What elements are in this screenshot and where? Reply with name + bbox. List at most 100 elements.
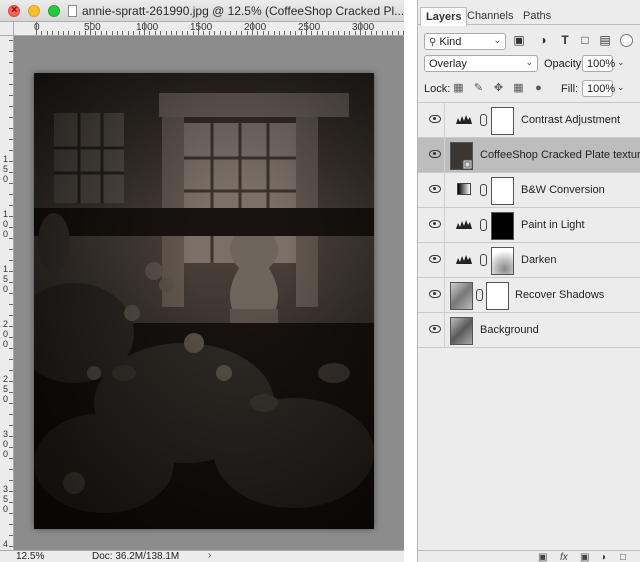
layer-name[interactable]: Contrast Adjustment <box>521 114 620 126</box>
ruler-tick <box>187 31 189 35</box>
tab-layers[interactable]: Layers <box>420 7 468 26</box>
ruler-tick <box>273 31 275 35</box>
ruler-tick <box>9 458 13 459</box>
visibility-eye-icon[interactable] <box>429 150 441 158</box>
title-bar[interactable]: annie-spratt-261990.jpg @ 12.5% (CoffeeS… <box>0 0 404 22</box>
layer-mask-thumbnail[interactable] <box>486 282 509 310</box>
fill-input[interactable]: 100% <box>582 80 615 97</box>
layers-list: Contrast Adjustment CoffeeShop Cracked P… <box>418 102 640 348</box>
minimize-window-button[interactable] <box>28 5 40 17</box>
layer-row[interactable]: B&W Conversion <box>418 173 640 208</box>
visibility-eye-icon[interactable] <box>429 115 441 123</box>
ruler-tick <box>343 31 345 35</box>
ruler-tick <box>214 31 216 35</box>
filter-toggle-icon[interactable] <box>620 34 633 47</box>
layer-mask-thumbnail[interactable] <box>491 212 514 240</box>
tab-paths[interactable]: Paths <box>518 7 556 25</box>
document-size-info[interactable]: Doc: 36.2M/138.1M <box>92 551 179 562</box>
lock-transparent-pixels-icon[interactable]: ▦ <box>452 82 465 95</box>
ruler-tick <box>9 271 13 272</box>
layer-filter-kind-select[interactable]: ⚲ Kind ⌄ <box>424 33 506 50</box>
ruler-tick <box>295 31 297 35</box>
horizontal-ruler[interactable]: 0 500 1000 1500 2000 2500 3000 <box>14 22 404 36</box>
curves-adjustment-icon <box>456 220 472 229</box>
ruler-label: 2 <box>3 319 9 329</box>
ruler-tick <box>68 31 70 35</box>
add-mask-icon[interactable]: ▣ <box>580 552 589 562</box>
ruler-tick <box>198 22 199 35</box>
layer-row[interactable]: Paint in Light <box>418 208 640 243</box>
link-chain-icon[interactable] <box>480 184 487 196</box>
ruler-label: 5 <box>3 494 9 504</box>
lock-position-icon[interactable]: ✥ <box>492 82 505 95</box>
ruler-tick <box>9 425 13 426</box>
layer-name[interactable]: Recover Shadows <box>515 289 604 301</box>
document-image[interactable] <box>34 73 374 529</box>
ruler-tick <box>95 31 97 35</box>
ruler-tick <box>154 31 156 35</box>
link-chain-icon[interactable] <box>480 254 487 266</box>
ruler-tick <box>230 31 232 35</box>
link-chain-icon[interactable] <box>476 289 483 301</box>
type-filter-icon[interactable]: T <box>558 33 572 47</box>
visibility-eye-icon[interactable] <box>429 325 441 333</box>
link-chain-icon[interactable] <box>480 114 487 126</box>
shape-filter-icon[interactable]: □ <box>578 33 592 47</box>
layer-mask-thumbnail[interactable] <box>491 177 514 205</box>
link-layers-icon[interactable]: ▣ <box>538 552 547 562</box>
close-window-button[interactable] <box>8 4 20 17</box>
lock-image-pixels-icon[interactable]: ✎ <box>472 82 485 95</box>
lock-artboard-icon[interactable]: ▦ <box>512 82 525 95</box>
ruler-tick <box>9 392 13 393</box>
tab-channels[interactable]: Channels <box>462 7 518 25</box>
eye-column-divider <box>444 278 445 313</box>
smart-object-thumbnail[interactable] <box>450 142 473 170</box>
ruler-label: 0 <box>3 449 9 459</box>
ruler-tick <box>9 62 13 63</box>
layer-row[interactable]: Contrast Adjustment <box>418 103 640 138</box>
vertical-ruler[interactable]: 150100150200250300350400 <box>0 36 14 550</box>
layer-row[interactable]: Darken <box>418 243 640 278</box>
image-filter-icon[interactable]: ▣ <box>512 33 526 47</box>
ruler-tick <box>235 31 237 35</box>
zoom-level-field[interactable]: 12.5% <box>16 551 44 562</box>
blend-mode-select[interactable]: Overlay ⌄ <box>424 55 538 72</box>
visibility-eye-icon[interactable] <box>429 290 441 298</box>
ruler-tick <box>9 447 13 448</box>
layer-name[interactable]: Paint in Light <box>521 219 585 231</box>
ruler-tick <box>176 31 178 35</box>
smart-object-filter-icon[interactable]: ▤ <box>598 33 612 47</box>
new-group-icon[interactable]: □ <box>620 552 626 562</box>
opacity-input[interactable]: 100% <box>582 55 615 72</box>
visibility-eye-icon[interactable] <box>429 185 441 193</box>
document-icon <box>68 5 77 17</box>
chevron-down-icon[interactable]: ⌄ <box>617 82 625 93</box>
ruler-tick <box>9 282 13 283</box>
visibility-eye-icon[interactable] <box>429 255 441 263</box>
layer-row-selected[interactable]: CoffeeShop Cracked Plate texture <box>418 138 640 173</box>
lock-all-icon[interactable]: ● <box>532 82 545 95</box>
layer-name[interactable]: Darken <box>521 254 556 266</box>
adjustment-filter-icon[interactable]: ◑ <box>536 33 550 47</box>
status-menu-arrow[interactable]: › <box>208 550 211 561</box>
eye-column-divider <box>444 103 445 138</box>
chevron-down-icon[interactable]: ⌄ <box>617 57 625 68</box>
ruler-origin[interactable] <box>0 22 14 36</box>
layer-thumbnail[interactable] <box>450 317 473 345</box>
visibility-eye-icon[interactable] <box>429 220 441 228</box>
layer-name[interactable]: B&W Conversion <box>521 184 605 196</box>
curves-adjustment-icon <box>456 255 472 264</box>
layer-mask-thumbnail[interactable] <box>491 107 514 135</box>
layer-name[interactable]: Background <box>480 324 539 336</box>
canvas-pasteboard[interactable] <box>15 37 404 550</box>
fx-icon[interactable]: fx <box>560 552 568 562</box>
link-chain-icon[interactable] <box>480 219 487 231</box>
layer-row[interactable]: Recover Shadows <box>418 278 640 313</box>
layer-row[interactable]: Background <box>418 313 640 348</box>
layer-thumbnail[interactable] <box>450 282 473 310</box>
zoom-window-button[interactable] <box>48 5 60 17</box>
layer-name[interactable]: CoffeeShop Cracked Plate texture <box>480 149 640 161</box>
new-adjustment-icon[interactable]: ◑ <box>600 552 606 562</box>
layer-mask-thumbnail[interactable] <box>491 247 514 275</box>
ruler-tick <box>316 31 318 35</box>
